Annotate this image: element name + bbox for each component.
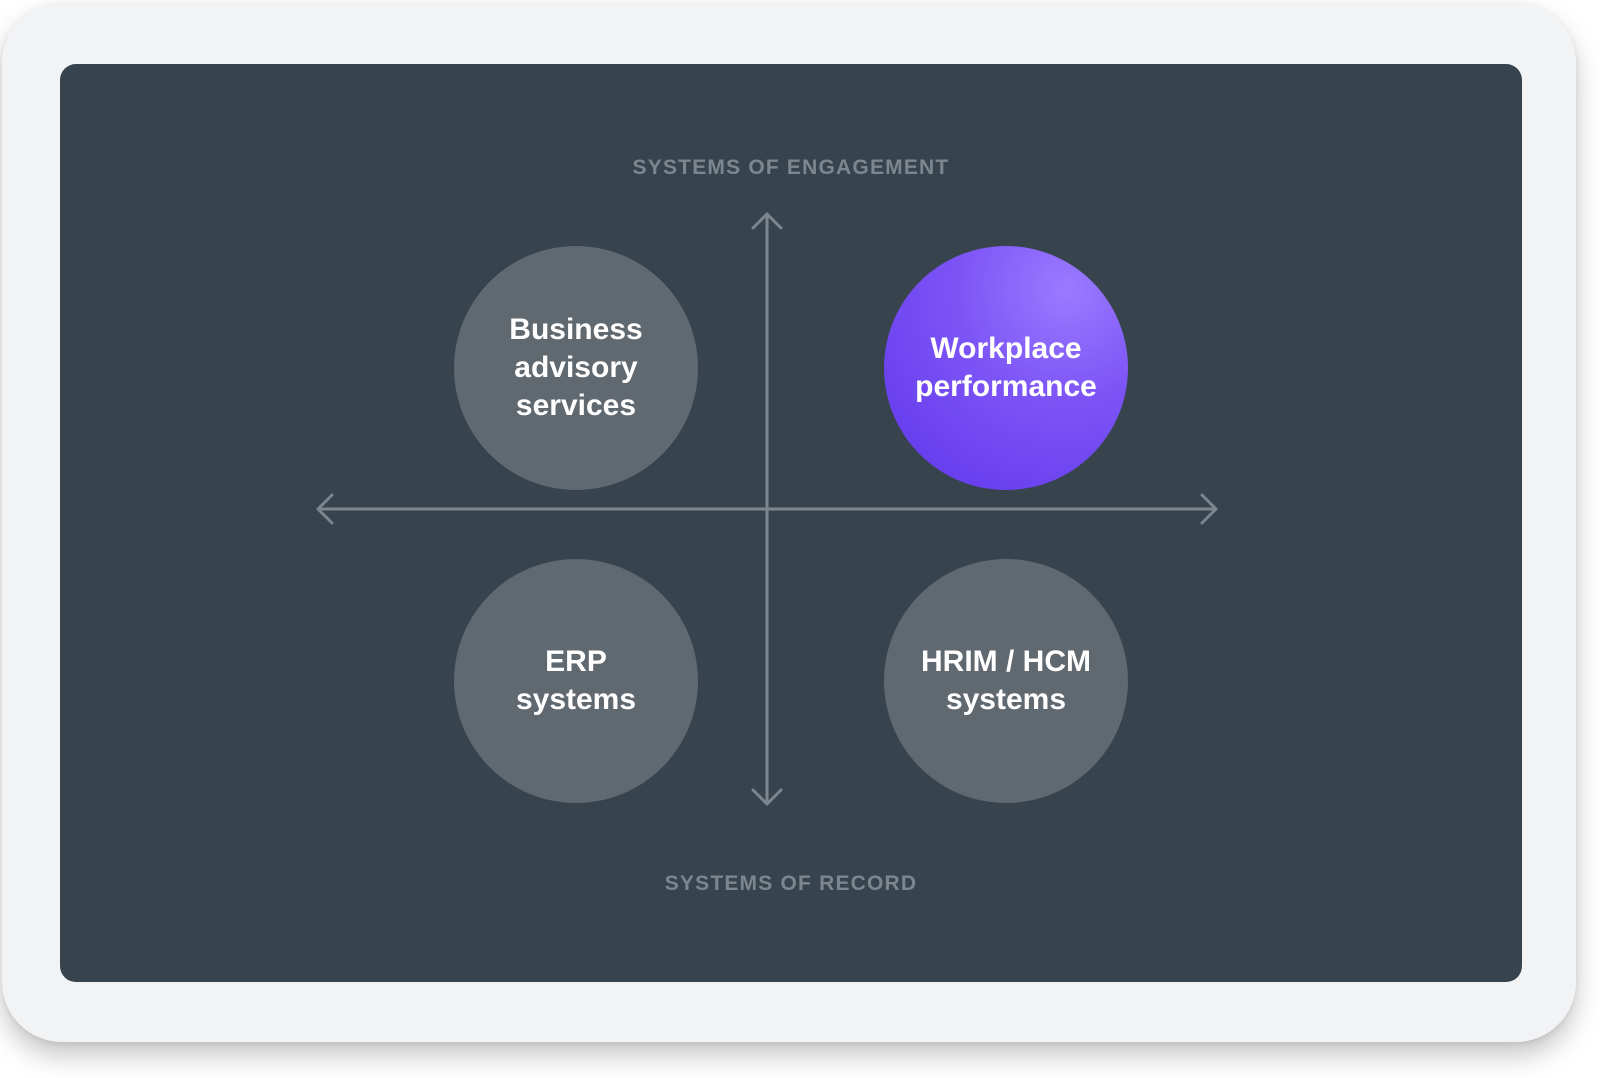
device-frame: SYSTEMS OF ENGAGEMENT Business advisory …	[2, 2, 1576, 1042]
quadrant-business-advisory-services: Business advisory services	[454, 246, 698, 490]
axis-label-record: SYSTEMS OF RECORD	[664, 872, 918, 895]
quadrant-hrim-hcm-systems: HRIM / HCM systems	[884, 559, 1128, 803]
quadrant-axes	[316, 212, 1218, 806]
quadrant-workplace-performance: Workplace performance	[884, 246, 1128, 490]
quadrant-erp-systems: ERP systems	[454, 559, 698, 803]
diagram-panel: SYSTEMS OF ENGAGEMENT Business advisory …	[60, 64, 1522, 982]
